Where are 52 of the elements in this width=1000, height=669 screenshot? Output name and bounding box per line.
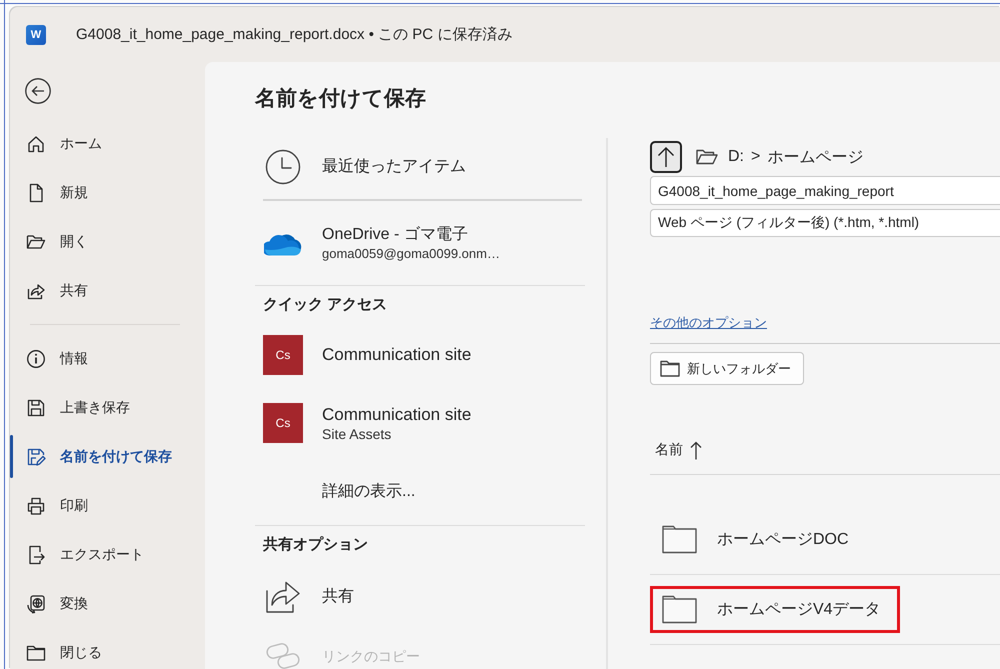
home-icon bbox=[26, 134, 46, 154]
share-option[interactable]: 共有 bbox=[322, 586, 354, 606]
link-icon bbox=[265, 641, 301, 669]
folder-icon bbox=[660, 360, 680, 377]
clock-icon bbox=[265, 148, 301, 184]
page-title: 名前を付けて保存 bbox=[255, 86, 426, 112]
sidebar-item[interactable]: 名前を付けて保存 bbox=[10, 432, 205, 481]
save-icon bbox=[26, 398, 46, 418]
window-title: G4008_it_home_page_making_report.docx • この PC に保存済み bbox=[76, 25, 512, 44]
breadcrumb-item[interactable]: ホームページ bbox=[767, 146, 864, 168]
sidebar-item[interactable]: 共有 bbox=[10, 266, 205, 315]
more-options-link[interactable]: その他のオプション bbox=[650, 315, 767, 331]
sidebar-item[interactable]: 印刷 bbox=[10, 481, 205, 530]
file-type-dropdown[interactable]: Web ページ (フィルター後) (*.htm, *.html) bbox=[650, 209, 1000, 237]
sidebar-item[interactable]: 開く bbox=[10, 217, 205, 266]
location-name[interactable]: OneDrive - ゴマ電子 bbox=[322, 224, 468, 245]
breadcrumb-separator: > bbox=[751, 148, 760, 166]
sidebar-item[interactable]: 閉じる bbox=[10, 628, 205, 669]
floppy-pen-icon bbox=[26, 446, 46, 466]
section-title: クイック アクセス bbox=[263, 295, 388, 315]
section-title: 共有オプション bbox=[263, 535, 368, 555]
show-more-link[interactable]: 詳細の表示... bbox=[322, 480, 416, 502]
sidebar-item[interactable]: 情報 bbox=[10, 334, 205, 383]
back-button[interactable] bbox=[25, 78, 51, 104]
sidebar-item[interactable]: エクスポート bbox=[10, 530, 205, 579]
filename-field[interactable]: G4008_it_home_page_making_report bbox=[650, 176, 1000, 205]
folder-name[interactable]: ホームページV4データ bbox=[717, 599, 881, 620]
site-initials-tile: Cs bbox=[263, 403, 303, 443]
sidebar-item[interactable]: 新規 bbox=[10, 168, 205, 217]
sidebar-item[interactable]: ホーム bbox=[10, 119, 205, 168]
sidebar-item[interactable]: 上書き保存 bbox=[10, 383, 205, 432]
folder-icon bbox=[696, 149, 718, 165]
printer-icon bbox=[26, 496, 46, 516]
app-logo: W bbox=[26, 24, 46, 44]
location-name[interactable]: Communication site bbox=[322, 404, 472, 426]
back-icon bbox=[25, 78, 51, 104]
info-icon bbox=[26, 348, 46, 368]
folder-icon bbox=[662, 595, 697, 624]
sidebar-item[interactable]: 変換 bbox=[10, 579, 205, 628]
up-button[interactable] bbox=[650, 141, 682, 173]
up-arrow-icon bbox=[656, 146, 676, 168]
account-email: goma0059@goma0099.onm… bbox=[322, 245, 500, 262]
column-header[interactable]: 名前 bbox=[650, 440, 706, 460]
globe-icon bbox=[26, 594, 46, 614]
folder-name[interactable]: ホームページDOC bbox=[717, 529, 849, 550]
location-detail: Site Assets bbox=[322, 426, 392, 442]
breadcrumb-item[interactable]: D: bbox=[728, 148, 744, 166]
location-name[interactable]: Communication site bbox=[322, 344, 472, 366]
location-name[interactable]: 最近使ったアイテム bbox=[322, 156, 466, 177]
new-folder-button[interactable]: 新しいフォルダー bbox=[650, 352, 804, 385]
site-initials-tile: Cs bbox=[263, 335, 303, 375]
folder-icon bbox=[662, 525, 697, 554]
